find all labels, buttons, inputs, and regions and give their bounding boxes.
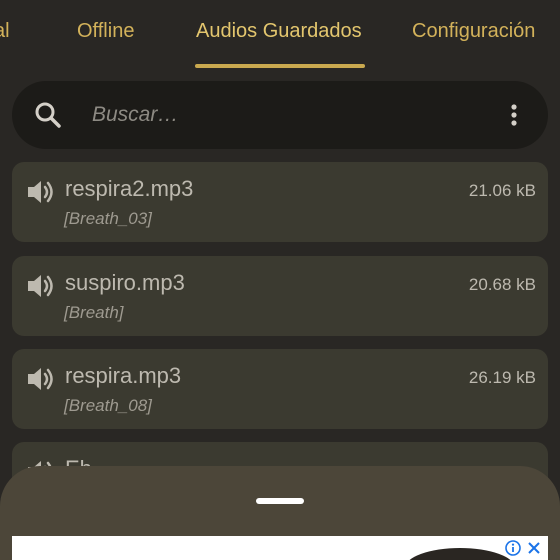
active-tab-indicator [195,64,365,68]
tab-offline[interactable]: Offline [77,20,134,43]
speaker-icon [28,368,53,390]
ad-banner[interactable] [12,536,548,560]
tab-audios-guardados[interactable]: Audios Guardados [196,20,362,43]
audio-size: 26.19 kB [468,368,536,387]
bottom-sheet[interactable] [0,466,560,560]
audio-size: 20.68 kB [468,275,536,294]
search-input[interactable] [92,99,472,131]
speaker-icon [28,181,53,203]
audio-name: respira2.mp3 [65,176,194,201]
tab-bar: al Offline Audios Guardados Configuració… [0,0,560,72]
audio-list-item[interactable]: suspiro.mp3 [Breath] 20.68 kB [12,256,548,336]
audio-size: 21.06 kB [468,181,536,200]
speaker-icon [28,275,53,297]
search-icon[interactable] [34,101,62,129]
audio-name: suspiro.mp3 [65,270,185,295]
info-icon[interactable] [505,540,521,556]
audio-tag: [Breath] [64,303,124,322]
audio-tag: [Breath_08] [64,396,152,415]
search-bar [12,81,548,149]
drag-handle[interactable] [256,498,304,504]
audio-list-item[interactable]: respira.mp3 [Breath_08] 26.19 kB [12,349,548,429]
close-icon[interactable] [526,540,542,556]
tab-partial[interactable]: al [0,20,10,43]
audio-list-item[interactable]: respira2.mp3 [Breath_03] 21.06 kB [12,162,548,242]
tab-configuracion[interactable]: Configuración [412,20,535,43]
audio-name: respira.mp3 [65,363,182,388]
more-vertical-icon[interactable] [502,101,526,129]
audio-tag: [Breath_03] [64,209,152,228]
ad-image [405,548,515,560]
